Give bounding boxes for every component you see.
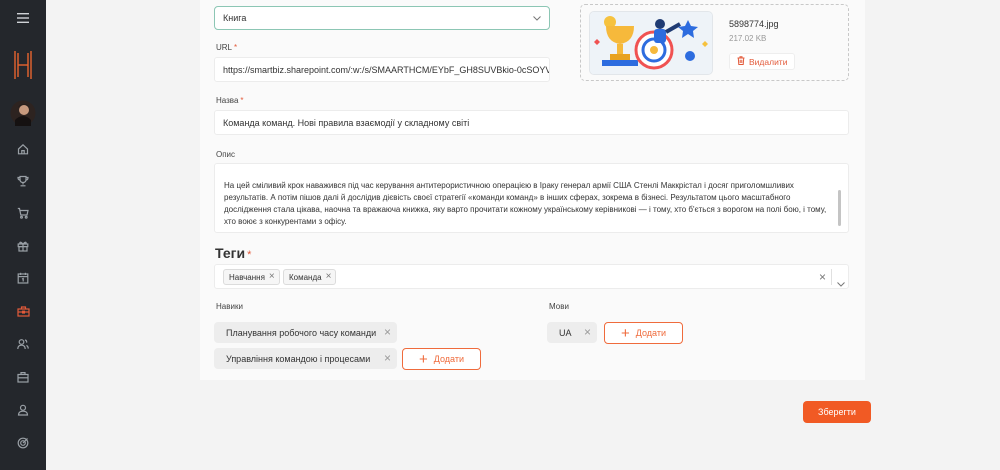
name-value: Команда команд. Нові правила взаємодії у… xyxy=(223,117,470,128)
skill-chip: Планування робочого часу команди × xyxy=(214,322,397,343)
user-icon[interactable] xyxy=(0,397,46,423)
skills-label: Навики xyxy=(216,302,243,311)
add-skill-button[interactable]: + Додати xyxy=(402,348,481,370)
type-select-value: Книга xyxy=(223,13,247,23)
tags-input[interactable]: Навчання × Команда × × xyxy=(214,264,849,289)
add-language-label: Додати xyxy=(635,328,666,338)
url-input[interactable]: https://smartbiz.sharepoint.com/:w:/s/SM… xyxy=(214,57,550,82)
menu-icon[interactable] xyxy=(0,5,46,31)
users-icon[interactable] xyxy=(0,331,46,357)
skill-label: Планування робочого часу команди xyxy=(226,327,377,338)
save-button[interactable]: Зберегти xyxy=(803,401,871,423)
description-label: Опис xyxy=(216,150,236,159)
language-label: UA xyxy=(559,327,572,338)
cover-image-thumbnail xyxy=(589,11,713,75)
url-value: https://smartbiz.sharepoint.com/:w:/s/SM… xyxy=(223,64,550,75)
name-input[interactable]: Команда команд. Нові правила взаємодії у… xyxy=(214,110,849,135)
delete-image-button[interactable]: Видалити xyxy=(729,53,796,70)
calendar-icon[interactable] xyxy=(0,265,46,291)
gift-icon[interactable] xyxy=(0,233,46,259)
language-chip: UA × xyxy=(547,322,597,343)
delete-image-label: Видалити xyxy=(749,56,788,67)
image-upload[interactable]: 5898774.jpg 217.02 KB Видалити xyxy=(580,4,849,81)
file-name: 5898774.jpg xyxy=(729,19,779,29)
tag-chip: Команда × xyxy=(283,269,337,285)
remove-tag-icon[interactable]: × xyxy=(269,272,275,282)
type-select[interactable]: Книга xyxy=(214,6,550,30)
tag-label: Команда xyxy=(289,272,322,282)
toolbox-icon[interactable] xyxy=(0,298,46,324)
skill-chip: Управління командою і процесами × xyxy=(214,348,397,369)
chevron-down-icon xyxy=(533,13,541,23)
description-scrollbar[interactable] xyxy=(838,190,841,226)
briefcase-icon[interactable] xyxy=(0,364,46,390)
sidebar xyxy=(0,0,46,470)
tag-chip: Навчання × xyxy=(223,269,280,285)
tags-divider xyxy=(831,269,832,285)
tag-label: Навчання xyxy=(229,272,265,282)
plus-icon: + xyxy=(419,350,428,368)
tags-title: Теги * xyxy=(215,245,252,261)
remove-skill-icon[interactable]: × xyxy=(384,351,391,365)
clear-tags-icon[interactable]: × xyxy=(819,270,826,284)
remove-skill-icon[interactable]: × xyxy=(384,325,391,339)
url-label: URL * xyxy=(216,43,238,52)
trophy-icon[interactable] xyxy=(0,168,46,194)
add-skill-label: Додати xyxy=(433,354,464,364)
chevron-down-icon[interactable] xyxy=(837,274,845,292)
description-value: На цей сміливий крок наважився під час к… xyxy=(224,181,827,226)
plus-icon: + xyxy=(621,324,630,342)
avatar[interactable] xyxy=(0,99,46,127)
remove-tag-icon[interactable]: × xyxy=(326,272,332,282)
description-textarea[interactable]: На цей сміливий крок наважився під час к… xyxy=(214,163,849,233)
skill-label: Управління командою і процесами xyxy=(226,353,371,364)
logo-icon[interactable] xyxy=(0,48,46,82)
languages-label: Мови xyxy=(549,302,569,311)
home-icon[interactable] xyxy=(0,136,46,162)
trash-icon xyxy=(737,56,745,67)
cart-icon[interactable] xyxy=(0,200,46,226)
remove-language-icon[interactable]: × xyxy=(584,325,591,339)
add-language-button[interactable]: + Додати xyxy=(604,322,683,344)
target-icon[interactable] xyxy=(0,430,46,456)
name-label: Назва * xyxy=(216,96,244,105)
file-size: 217.02 KB xyxy=(729,34,767,43)
